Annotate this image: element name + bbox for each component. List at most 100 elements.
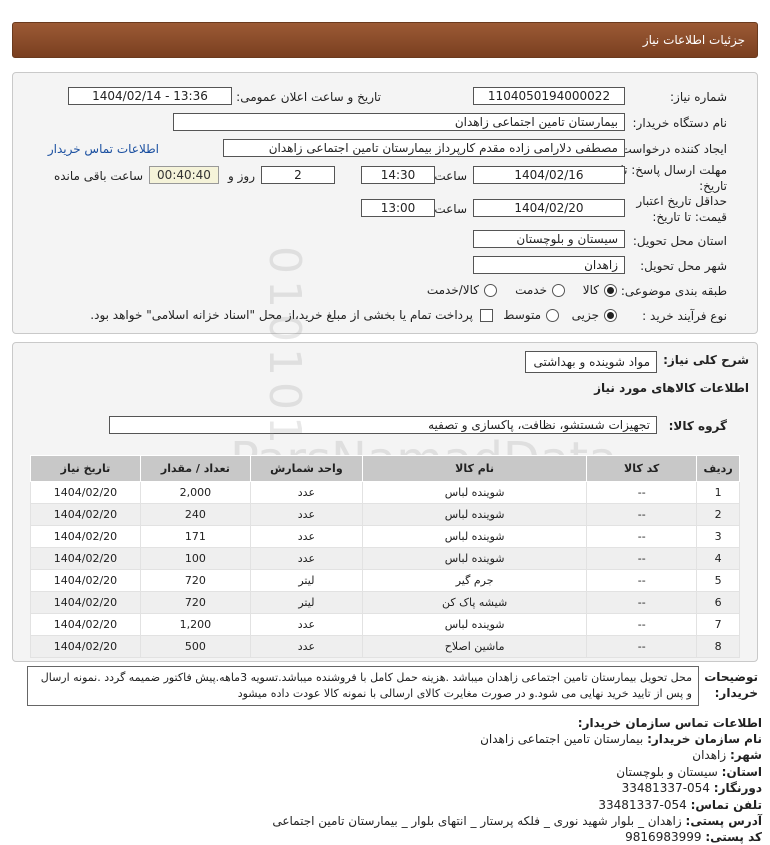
contact-address-value: زاهدان _ بلوار شهید نوری _ فلکه پرستار _… [272, 814, 682, 828]
buyer-contact-link[interactable]: اطلاعات تماس خریدار [48, 142, 159, 156]
contact-org-label: نام سازمان خریدار: [647, 732, 762, 746]
city-label: شهر محل تحویل: [640, 259, 727, 273]
cell-row-number: 6 [696, 591, 740, 614]
validity-date-field: 1404/02/20 [473, 199, 625, 217]
buyer-contact-section: اطلاعات تماس سازمان خریدار: نام سازمان خ… [0, 712, 770, 845]
process-medium-radio[interactable] [546, 309, 559, 322]
cell-quantity: 720 [139, 569, 251, 592]
buyer-label: نام دستگاه خریدار: [632, 116, 728, 130]
cell-unit: عدد [249, 481, 363, 504]
contact-postal-label: کد پستی: [705, 830, 762, 844]
table-header-row: ردیف کد کالا نام کالا واحد شمارش تعداد /… [30, 455, 740, 482]
need-info-panel: شماره نیاز: 1104050194000022 تاریخ و ساع… [12, 72, 758, 334]
cell-need-date: 1404/02/20 [30, 635, 141, 658]
validity-time-label: ساعت [434, 202, 467, 216]
cell-goods-name: شیشه پاک کن [361, 591, 588, 614]
cell-quantity: 171 [139, 525, 251, 548]
contact-address: آدرس پستی: زاهدان _ بلوار شهید نوری _ فل… [272, 814, 762, 828]
contact-phone-label: تلفن تماس: [690, 798, 762, 812]
contact-province-label: استان: [721, 765, 762, 779]
contact-city: شهر: زاهدان [692, 748, 762, 762]
process-medium-label: متوسط [503, 308, 541, 322]
category-goods-label: کالا [582, 283, 599, 297]
category-service-radio[interactable] [552, 284, 565, 297]
cell-quantity: 720 [139, 591, 251, 614]
deadline-label: مهلت ارسال پاسخ: تا [620, 163, 727, 177]
cell-need-date: 1404/02/20 [30, 525, 141, 548]
cell-unit: عدد [249, 613, 363, 636]
page-header: جزئیات اطلاعات نیاز [12, 22, 758, 58]
announce-field: 1404/02/14 - 13:36 [68, 87, 232, 105]
need-summary-label: شرح کلی نیاز: [663, 353, 749, 367]
table-row: 4 -- شوینده لباس عدد 100 1404/02/20 [30, 547, 740, 570]
buyer-field: بیمارستان تامین اجتماعی زاهدان [173, 113, 625, 131]
goods-info-title: اطلاعات کالاهای مورد نیاز [594, 381, 749, 395]
cell-goods-code: -- [586, 635, 698, 658]
cell-row-number: 1 [696, 481, 740, 504]
announce-label: تاریخ و ساعت اعلان عمومی: [236, 90, 381, 104]
treasury-payment-label: پرداخت تمام یا بخشی از مبلغ خرید،از محل … [90, 308, 473, 322]
cell-goods-code: -- [586, 613, 698, 636]
cell-unit: عدد [249, 503, 363, 526]
cell-quantity: 1,200 [139, 613, 251, 636]
contact-phone-value: 054-33481337 [598, 798, 687, 812]
cell-unit: لیتر [249, 569, 363, 592]
cell-row-number: 4 [696, 547, 740, 570]
cell-need-date: 1404/02/20 [30, 569, 141, 592]
deadline-date-field: 1404/02/16 [473, 166, 625, 184]
contact-postal-value: 9816983999 [625, 830, 702, 844]
contact-fax-label: دورنگار: [713, 781, 762, 795]
contact-province-value: سیستان و بلوچستان [616, 765, 718, 779]
col-date: تاریخ نیاز [30, 455, 141, 482]
table-row: 2 -- شوینده لباس عدد 240 1404/02/20 [30, 503, 740, 526]
cell-goods-name: شوینده لباس [361, 547, 588, 570]
table-row: 7 -- شوینده لباس عدد 1,200 1404/02/20 [30, 613, 740, 636]
table-row: 3 -- شوینده لباس عدد 171 1404/02/20 [30, 525, 740, 548]
notes-label-2: خریدار: [714, 686, 758, 700]
cell-row-number: 5 [696, 569, 740, 592]
cell-goods-name: شوینده لباس [361, 503, 588, 526]
process-small-radio[interactable] [604, 309, 617, 322]
cell-row-number: 8 [696, 635, 740, 658]
cell-quantity: 2,000 [139, 481, 251, 504]
table-row: 8 -- ماشین اصلاح عدد 500 1404/02/20 [30, 635, 740, 658]
category-both-radio[interactable] [484, 284, 497, 297]
cell-goods-code: -- [586, 569, 698, 592]
cell-goods-name: شوینده لباس [361, 613, 588, 636]
cell-unit: لیتر [249, 591, 363, 614]
cell-goods-code: -- [586, 525, 698, 548]
table-row: 1 -- شوینده لباس عدد 2,000 1404/02/20 [30, 481, 740, 504]
cell-goods-code: -- [586, 503, 698, 526]
contact-province: استان: سیستان و بلوچستان [616, 765, 762, 779]
cell-goods-name: شوینده لباس [361, 525, 588, 548]
notes-label: توضیحات [704, 670, 758, 684]
cell-goods-name: شوینده لباس [361, 481, 588, 504]
cell-quantity: 100 [139, 547, 251, 570]
contact-fax: دورنگار: 054-33481337 [622, 781, 762, 795]
contact-phone: تلفن تماس: 054-33481337 [598, 798, 762, 812]
cell-goods-code: -- [586, 481, 698, 504]
col-unit: واحد شمارش [249, 455, 363, 482]
need-number-label: شماره نیاز: [670, 90, 727, 104]
category-goods-radio[interactable] [604, 284, 617, 297]
table-row: 5 -- جرم گیر لیتر 720 1404/02/20 [30, 569, 740, 592]
contact-postal: کد پستی: 9816983999 [625, 830, 762, 844]
col-quantity: تعداد / مقدار [139, 455, 251, 482]
contact-title: اطلاعات تماس سازمان خریدار: [577, 716, 762, 730]
page-title: جزئیات اطلاعات نیاز [642, 33, 745, 47]
cell-need-date: 1404/02/20 [30, 481, 141, 504]
remaining-timer: 00:40:40 [149, 166, 219, 184]
contact-fax-value: 054-33481337 [621, 781, 710, 795]
days-label: روز و [228, 169, 255, 183]
category-service-label: خدمت [515, 283, 547, 297]
cell-need-date: 1404/02/20 [30, 613, 141, 636]
goods-group-field: تجهیزات شستشو، نظافت، پاکسازی و تصفیه [109, 416, 657, 434]
province-label: استان محل تحویل: [632, 234, 727, 248]
province-field: سیستان و بلوچستان [473, 230, 625, 248]
process-label: نوع فرآیند خرید : [642, 309, 727, 323]
cell-need-date: 1404/02/20 [30, 591, 141, 614]
cell-quantity: 240 [139, 503, 251, 526]
treasury-payment-checkbox[interactable] [480, 309, 493, 322]
category-both-label: کالا/خدمت [426, 283, 479, 297]
cell-goods-name: جرم گیر [361, 569, 588, 592]
